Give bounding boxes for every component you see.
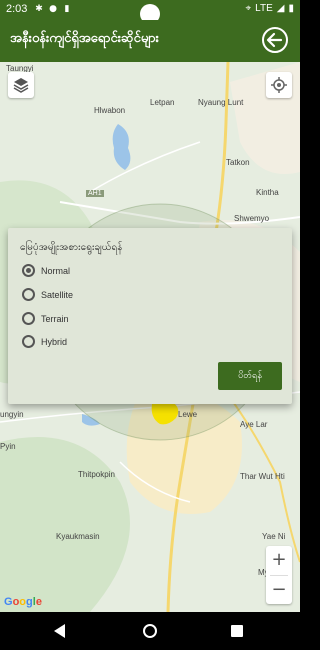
map-label: ungyin [0,410,24,419]
battery-icon: ▮ [288,3,294,14]
map-label: Shwemyo [234,214,270,223]
map-label: Thar Wut Hti [240,472,285,481]
radio-option-hybrid[interactable]: Hybrid [22,335,67,348]
map-label: Tatkon [226,158,250,167]
radio-option-terrain[interactable]: Terrain [22,312,69,325]
close-button[interactable]: ပိတ်ရန် [218,362,282,390]
google-logo: Google [4,596,42,608]
map-label: Letpan [150,98,175,107]
map-label: Yae Ni [262,532,286,541]
map-label: Kintha [256,188,279,197]
status-right: ⌖ LTE ◢ ▮ [246,3,294,14]
status-bar: 2:03 ✱ ● ▮ ⌖ LTE ◢ ▮ [0,0,300,24]
layers-button[interactable] [8,72,34,98]
map-label: Thitpokpin [78,470,115,479]
map-label: Nyaung Lunt [198,98,244,107]
radio-label: Hybrid [41,336,68,347]
radio-button[interactable] [22,264,35,277]
crosshair-icon [271,77,287,93]
network-type: LTE [255,3,273,14]
nav-back-icon[interactable] [54,624,65,638]
map-label: Pyin [0,442,16,451]
map-label: Hlwabon [94,106,126,115]
layers-icon [13,78,29,93]
sim-icon: ▮ [64,4,70,14]
road-badge: AH1 [86,190,104,197]
back-button[interactable] [262,27,288,53]
map-label: Lewe [178,410,198,419]
page-title: အနီးဝန်းကျင်ရှိအရောင်းဆိုင်များ [10,31,159,46]
radio-label: Normal [41,265,71,276]
zoom-in-button[interactable]: + [266,546,292,575]
nav-home-icon[interactable] [143,624,157,638]
zoom-out-button[interactable]: − [266,576,292,605]
signal-icon: ◢ [276,3,285,14]
dialog-title: မြေပုံအမျိုးအစားရွေးချယ်ရန် [20,242,123,253]
radio-button[interactable] [22,312,35,325]
radio-button[interactable] [22,335,35,348]
arrow-left-icon [266,32,283,48]
status-time: 2:03 [6,3,28,15]
app-notification-icon: ● [49,4,57,14]
map-label: Aye Lar [240,420,268,429]
radio-option-satellite[interactable]: Satellite [22,288,73,301]
radio-option-normal[interactable]: Normal [22,264,70,277]
radio-label: Terrain [41,313,69,324]
app-bar: အနီးဝန်းကျင်ရှိအရောင်းဆိုင်များ [0,20,300,62]
location-icon: ⌖ [245,3,252,14]
map-type-dialog: မြေပုံအမျိုးအစားရွေးချယ်ရန် Normal Satel… [8,228,292,404]
system-nav-bar [0,612,300,650]
map-label: Kyaukmasin [56,532,100,541]
radio-button[interactable] [22,288,35,301]
notification-icon: ✱ [35,4,43,14]
my-location-button[interactable] [266,72,292,98]
nav-recents-icon[interactable] [231,625,243,637]
radio-label: Satellite [41,289,74,300]
zoom-controls: + − [266,546,292,604]
